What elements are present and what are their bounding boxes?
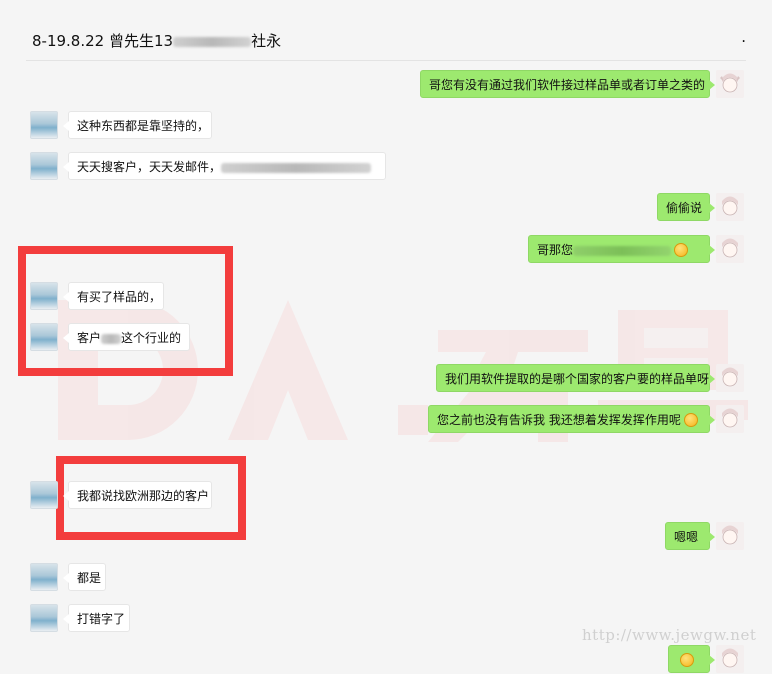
highlight-box [18, 246, 233, 376]
sent-avatar[interactable] [716, 405, 744, 433]
message-text: 打错字了 [77, 612, 126, 626]
chat-title-text: 8-19.8.22 曾先生13 [32, 32, 174, 50]
message-text: 您之前也没有告诉我 我还想着发挥发挥作用呢 [437, 413, 681, 427]
message-bubble-sent[interactable]: 我们用软件提取的是哪个国家的客户要的样品单呀 [436, 364, 715, 392]
received-avatar[interactable] [30, 563, 58, 591]
message-text: 客户 [77, 331, 102, 345]
sent-avatar[interactable] [716, 522, 744, 550]
received-avatar[interactable] [30, 481, 58, 509]
message-bubble-sent[interactable]: 哥那您 [528, 235, 715, 263]
message-text: 偷偷说 [666, 201, 703, 215]
message-bubble-sent[interactable]: 嗯嗯 [665, 522, 715, 550]
smiley-emoji-icon [674, 242, 689, 257]
message-bubble-received[interactable]: 客户 这个行业的 [63, 323, 190, 351]
redacted-text [573, 245, 672, 256]
message-text-tail: 这个行业的 [121, 331, 182, 345]
sent-avatar[interactable] [716, 235, 744, 263]
message-text: 都是 [77, 571, 102, 585]
received-avatar[interactable] [30, 282, 58, 310]
message-text: 我们用软件提取的是哪个国家的客户要的样品单呀 [445, 372, 710, 386]
received-avatar[interactable] [30, 111, 58, 139]
message-text: 天天搜客户，天天发邮件， [77, 160, 222, 174]
sent-avatar[interactable] [716, 193, 744, 221]
chat-header: 8-19.8.22 曾先生13 社永 . [0, 0, 772, 61]
redacted-number [173, 36, 252, 47]
received-avatar[interactable] [30, 152, 58, 180]
sent-avatar[interactable] [716, 364, 744, 392]
message-bubble-sent-partial[interactable] [668, 645, 715, 673]
chat-title-tail: 社永 [251, 32, 282, 50]
message-text: 哥那您 [537, 243, 574, 257]
redacted-text [221, 162, 372, 173]
message-bubble-sent[interactable]: 您之前也没有告诉我 我还想着发挥发挥作用呢 [428, 405, 715, 433]
sent-avatar[interactable] [716, 645, 744, 673]
received-avatar[interactable] [30, 604, 58, 632]
message-bubble-received[interactable]: 天天搜客户，天天发邮件， [63, 152, 386, 180]
message-text: 有买了样品的， [77, 290, 162, 304]
message-bubble-received[interactable]: 我都说找欧洲那边的客户 [63, 481, 212, 509]
redacted-text [101, 333, 122, 344]
message-bubble-received[interactable]: 都是 [63, 563, 106, 591]
message-bubble-sent[interactable]: 哥您有没有通过我们软件接过样品单或者订单之类的 [420, 70, 715, 98]
message-bubble-received[interactable]: 有买了样品的， [63, 282, 164, 310]
message-text: 嗯嗯 [674, 530, 699, 544]
received-avatar[interactable] [30, 323, 58, 351]
message-bubble-sent[interactable]: 偷偷说 [657, 193, 715, 221]
chat-title: 8-19.8.22 曾先生13 社永 [32, 30, 281, 51]
sent-avatar[interactable] [716, 70, 744, 98]
smiley-emoji-icon [680, 652, 694, 667]
more-options-button[interactable]: . [741, 28, 746, 46]
header-divider [26, 60, 746, 61]
smiley-emoji-icon [683, 412, 698, 427]
message-text: 我都说找欧洲那边的客户 [77, 489, 210, 503]
message-text: 这种东西都是靠坚持的， [77, 119, 210, 133]
message-text: 哥您有没有通过我们软件接过样品单或者订单之类的 [429, 78, 706, 92]
message-bubble-received[interactable]: 打错字了 [63, 604, 130, 632]
message-bubble-received[interactable]: 这种东西都是靠坚持的， [63, 111, 212, 139]
watermark-url: http://www.jewgw.net [582, 626, 757, 644]
